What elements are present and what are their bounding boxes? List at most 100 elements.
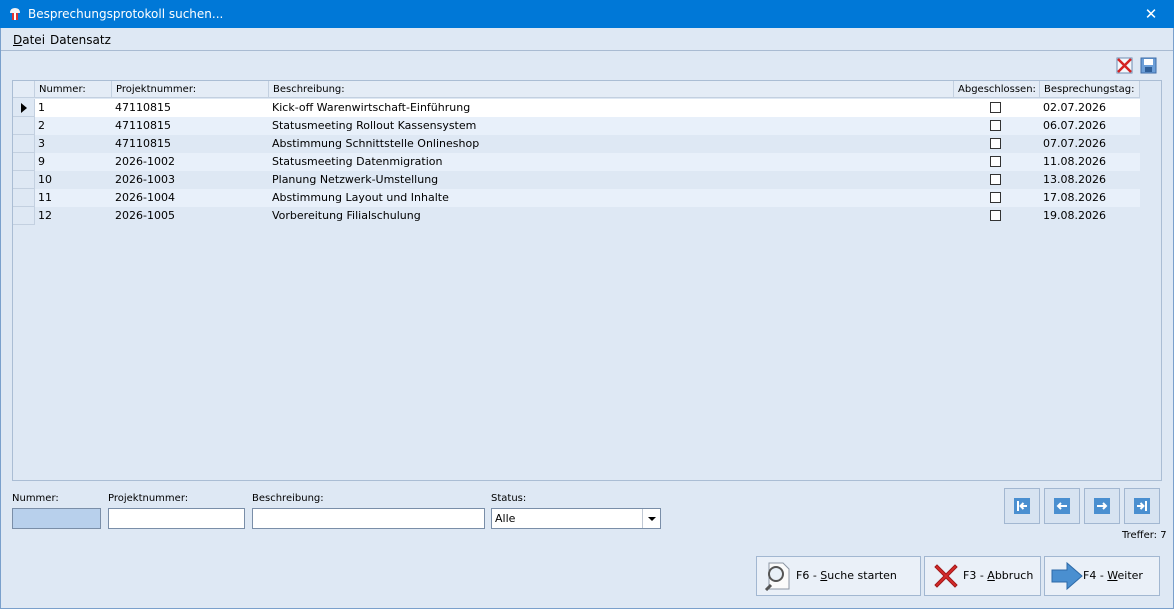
next-record-button[interactable] xyxy=(1084,488,1120,524)
cell-tag[interactable]: 07.07.2026 xyxy=(1040,135,1140,153)
cell-nummer[interactable]: 11 xyxy=(35,189,112,207)
cell-projekt[interactable]: 2026-1004 xyxy=(112,189,269,207)
row-indicator[interactable] xyxy=(13,171,35,189)
cancel-button-accel: A xyxy=(987,569,995,582)
row-indicator[interactable] xyxy=(13,189,35,207)
menu-datei-rest: atei xyxy=(22,33,46,47)
checkbox-abgeschlossen[interactable] xyxy=(990,138,1001,149)
row-indicator[interactable] xyxy=(13,117,35,135)
table-row[interactable]: 9 2026-1002 Statusmeeting Datenmigration 11… xyxy=(13,153,1140,171)
last-record-icon xyxy=(1134,498,1150,514)
cell-projekt[interactable]: 2026-1002 xyxy=(112,153,269,171)
window-body: Datei Datensatz Nummer: Projektnummer: B… xyxy=(0,28,1174,609)
delete-icon[interactable] xyxy=(1116,57,1133,74)
cancel-button-text: bbruch xyxy=(994,569,1034,582)
cell-projekt[interactable]: 47110815 xyxy=(112,99,269,117)
cell-beschreibung[interactable]: Abstimmung Schnittstelle Onlineshop xyxy=(269,135,954,153)
previous-record-icon xyxy=(1054,498,1070,514)
row-indicator[interactable] xyxy=(13,135,35,153)
checkbox-abgeschlossen[interactable] xyxy=(990,192,1001,203)
column-header-beschreibung[interactable]: Beschreibung: xyxy=(269,81,954,98)
cell-beschreibung[interactable]: Vorbereitung Filialschulung xyxy=(269,207,954,225)
cell-tag[interactable]: 02.07.2026 xyxy=(1040,99,1140,117)
chevron-down-icon[interactable] xyxy=(642,509,660,528)
checkbox-abgeschlossen[interactable] xyxy=(990,156,1001,167)
previous-record-button[interactable] xyxy=(1044,488,1080,524)
cell-tag[interactable]: 06.07.2026 xyxy=(1040,117,1140,135)
filter-projektnummer-input[interactable] xyxy=(108,508,245,529)
cell-nummer[interactable]: 9 xyxy=(35,153,112,171)
filter-nummer-input[interactable] xyxy=(12,508,101,529)
search-button-text: uche starten xyxy=(827,569,897,582)
table-row[interactable]: 2 47110815 Statusmeeting Rollout Kassensys… xyxy=(13,117,1140,135)
column-header-besprechungstag[interactable]: Besprechungstag: xyxy=(1040,81,1140,98)
cancel-button[interactable]: F3 - Abbruch xyxy=(924,556,1041,596)
cell-abgeschlossen[interactable] xyxy=(954,99,1040,117)
table-row[interactable]: 1 47110815 Kick-off Warenwirtschaft-Einfüh… xyxy=(13,99,1140,117)
first-record-button[interactable] xyxy=(1004,488,1040,524)
cell-nummer[interactable]: 10 xyxy=(35,171,112,189)
checkbox-abgeschlossen[interactable] xyxy=(990,102,1001,113)
filter-beschreibung-input[interactable] xyxy=(252,508,485,529)
table-row[interactable]: 10 2026-1003 Planung Netzwerk-Umstellung 13… xyxy=(13,171,1140,189)
close-icon[interactable]: ✕ xyxy=(1128,0,1174,28)
hit-count: Treffer: 7 xyxy=(1122,530,1167,541)
cell-projekt[interactable]: 47110815 xyxy=(112,117,269,135)
next-button-accel: W xyxy=(1107,569,1118,582)
table-row[interactable]: 11 2026-1004 Abstimmung Layout und Inhalte… xyxy=(13,189,1140,207)
column-header-projektnummer[interactable]: Projektnummer: xyxy=(112,81,269,98)
cell-abgeschlossen[interactable] xyxy=(954,117,1040,135)
filter-status-label: Status: xyxy=(491,493,527,504)
grid-header: Nummer: Projektnummer: Beschreibung: Abg… xyxy=(13,81,1140,99)
cell-beschreibung[interactable]: Statusmeeting Rollout Kassensystem xyxy=(269,117,954,135)
row-indicator[interactable] xyxy=(13,153,35,171)
cell-beschreibung[interactable]: Planung Netzwerk-Umstellung xyxy=(269,171,954,189)
cell-tag[interactable]: 13.08.2026 xyxy=(1040,171,1140,189)
cell-nummer[interactable]: 3 xyxy=(35,135,112,153)
column-header-nummer[interactable]: Nummer: xyxy=(35,81,112,98)
filter-nummer-label: Nummer: xyxy=(12,493,59,504)
close-icon xyxy=(934,564,958,588)
cell-abgeschlossen[interactable] xyxy=(954,135,1040,153)
filter-status-select[interactable]: Alle xyxy=(491,508,661,529)
row-indicator[interactable] xyxy=(13,207,35,225)
cell-tag[interactable]: 17.08.2026 xyxy=(1040,189,1140,207)
cell-tag[interactable]: 11.08.2026 xyxy=(1040,153,1140,171)
app-icon xyxy=(10,8,20,20)
cell-abgeschlossen[interactable] xyxy=(954,207,1040,225)
cell-projekt[interactable]: 47110815 xyxy=(112,135,269,153)
first-record-icon xyxy=(1014,498,1030,514)
last-record-button[interactable] xyxy=(1124,488,1160,524)
search-button[interactable]: F6 - Suche starten xyxy=(756,556,921,596)
save-icon[interactable] xyxy=(1140,57,1157,74)
cell-beschreibung[interactable]: Kick-off Warenwirtschaft-Einführung xyxy=(269,99,954,117)
cell-beschreibung[interactable]: Statusmeeting Datenmigration xyxy=(269,153,954,171)
cell-abgeschlossen[interactable] xyxy=(954,171,1040,189)
menu-datei-accel: D xyxy=(13,33,23,47)
cell-beschreibung[interactable]: Abstimmung Layout und Inhalte xyxy=(269,189,954,207)
cell-abgeschlossen[interactable] xyxy=(954,189,1040,207)
results-grid[interactable]: Nummer: Projektnummer: Beschreibung: Abg… xyxy=(12,80,1162,481)
menu-datei[interactable]: Datei xyxy=(13,33,45,47)
table-row[interactable]: 12 2026-1005 Vorbereitung Filialschulung 19… xyxy=(13,207,1140,225)
table-row[interactable]: 3 47110815 Abstimmung Schnittstelle Online… xyxy=(13,135,1140,153)
checkbox-abgeschlossen[interactable] xyxy=(990,120,1001,131)
cell-nummer[interactable]: 1 xyxy=(35,99,112,117)
cell-tag[interactable]: 19.08.2026 xyxy=(1040,207,1140,225)
next-button[interactable]: F4 - Weiter xyxy=(1044,556,1160,596)
current-row-icon xyxy=(21,103,27,113)
search-button-key: F6 - xyxy=(796,569,821,582)
column-header-abgeschlossen[interactable]: Abgeschlossen: xyxy=(954,81,1040,98)
window-title: Besprechungsprotokoll suchen... xyxy=(28,7,224,21)
checkbox-abgeschlossen[interactable] xyxy=(990,174,1001,185)
cell-projekt[interactable]: 2026-1005 xyxy=(112,207,269,225)
cell-nummer[interactable]: 12 xyxy=(35,207,112,225)
menu-datensatz[interactable]: Datensatz xyxy=(50,33,111,47)
cell-projekt[interactable]: 2026-1003 xyxy=(112,171,269,189)
next-record-icon xyxy=(1094,498,1110,514)
cell-nummer[interactable]: 2 xyxy=(35,117,112,135)
checkbox-abgeschlossen[interactable] xyxy=(990,210,1001,221)
cell-abgeschlossen[interactable] xyxy=(954,153,1040,171)
row-indicator[interactable] xyxy=(13,99,35,117)
cancel-button-key: F3 - xyxy=(963,569,988,582)
